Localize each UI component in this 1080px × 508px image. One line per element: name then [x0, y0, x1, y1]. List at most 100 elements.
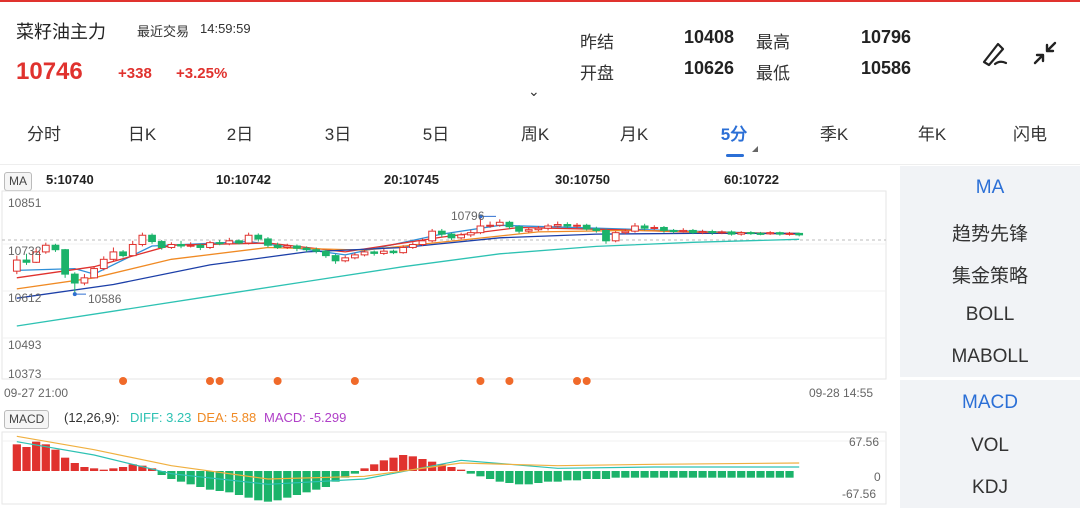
low-value: 10586 — [861, 58, 912, 78]
last-trade-time: 14:59:59 — [200, 21, 251, 36]
tab-5-day[interactable]: 5日 — [387, 120, 485, 145]
candle-body — [167, 244, 176, 248]
candle-body — [80, 277, 89, 284]
macd-bar — [582, 471, 591, 479]
sub-indicator-panel: MACD VOL KDJ — [900, 380, 1080, 508]
side-item-boll[interactable]: BOLL — [900, 304, 1080, 326]
candle-body — [447, 233, 456, 239]
macd-bar — [196, 471, 205, 487]
price-change: +338 — [118, 65, 152, 82]
macd-bar — [80, 467, 89, 471]
kline-chart[interactable] — [0, 165, 890, 508]
macd-tick-top: 67.56 — [849, 435, 880, 449]
tab-year-k[interactable]: 年K — [883, 120, 981, 145]
candle-body — [312, 249, 321, 252]
macd-bar — [360, 468, 369, 471]
macd-indicator-tag[interactable]: MACD — [4, 410, 50, 429]
candle-body — [756, 232, 765, 235]
candle-body — [225, 240, 234, 245]
side-item-strategy[interactable]: 集金策略 — [900, 261, 1080, 288]
macd-bar — [563, 471, 572, 481]
expand-chevron-icon[interactable]: ⌄ — [528, 83, 540, 100]
signal-marker — [573, 377, 582, 385]
candle-body — [51, 244, 60, 251]
macd-bar — [756, 471, 765, 478]
time-start: 09-27 21:00 — [4, 386, 69, 400]
tab-dropdown-icon[interactable] — [752, 146, 758, 152]
y-tick-3: 10612 — [8, 291, 42, 305]
macd-params: (12,26,9): — [64, 410, 120, 425]
candle-body — [70, 273, 79, 284]
macd-bar — [553, 471, 562, 482]
candle-body — [785, 232, 794, 235]
candle-body — [727, 231, 736, 235]
macd-bar — [514, 471, 524, 485]
signal-marker — [206, 377, 214, 385]
tab-2-day[interactable]: 2日 — [191, 120, 289, 145]
low-marker-dot — [72, 292, 77, 297]
side-item-ma[interactable]: MA — [900, 177, 1080, 199]
candle-body — [206, 242, 214, 248]
macd-bar — [476, 471, 485, 477]
side-item-macd[interactable]: MACD — [900, 392, 1080, 414]
side-item-trend[interactable]: 趋势先锋 — [900, 219, 1080, 246]
macd-bar — [51, 449, 60, 471]
low-label: 最低 — [756, 64, 790, 83]
macd-bar — [254, 471, 263, 501]
macd-bar — [41, 444, 50, 471]
candle-body — [196, 244, 205, 248]
candle-body — [22, 259, 31, 263]
macd-bar — [737, 471, 746, 478]
candle-body — [679, 229, 688, 233]
side-item-kdj[interactable]: KDJ — [900, 477, 1080, 499]
macd-diff: DIFF: 3.23 — [130, 410, 192, 425]
tab-5-min[interactable]: 5分 — [685, 120, 783, 145]
candle-body — [621, 230, 630, 234]
macd-dea: DEA: 5.88 — [197, 410, 257, 425]
candle-body — [708, 231, 717, 234]
macd-bar — [205, 471, 215, 490]
macd-bar — [70, 463, 79, 471]
candle-body — [766, 232, 775, 235]
side-item-vol[interactable]: VOL — [900, 435, 1080, 457]
candle-body — [640, 225, 649, 229]
macd-bar — [611, 471, 620, 478]
macd-bar — [321, 471, 331, 487]
candle-body — [254, 234, 263, 240]
candle-body — [322, 250, 330, 257]
high-label: 最高 — [756, 33, 790, 52]
candle-body — [360, 251, 369, 256]
candle-body — [602, 229, 610, 242]
tab-3-day[interactable]: 3日 — [289, 120, 387, 145]
signal-marker — [582, 377, 591, 385]
candle-body — [428, 230, 437, 242]
high-value: 10796 — [861, 27, 912, 47]
candle-body — [563, 224, 572, 227]
candle-body — [293, 245, 301, 249]
side-item-maboll[interactable]: MABOLL — [900, 346, 1080, 368]
tab-quarter-k[interactable]: 季K — [785, 120, 883, 145]
tab-intraday[interactable]: 分时 — [0, 120, 93, 145]
macd-diff-line — [16, 441, 800, 485]
active-tab-underline — [726, 154, 744, 157]
macd-bar — [727, 471, 736, 478]
macd-bar — [466, 471, 475, 474]
candle-body — [486, 224, 494, 227]
collapse-icon[interactable] — [1028, 36, 1062, 70]
tab-flash[interactable]: 闪电 — [981, 120, 1079, 145]
candle-body — [61, 249, 70, 275]
macd-bar — [766, 471, 775, 478]
candle-body — [138, 234, 147, 246]
tab-week-k[interactable]: 周K — [486, 120, 584, 145]
tab-day-k[interactable]: 日K — [93, 120, 191, 145]
macd-bar — [572, 471, 582, 481]
candle-body — [244, 234, 253, 244]
tab-month-k[interactable]: 月K — [585, 120, 683, 145]
macd-bar — [215, 471, 224, 491]
candle-body — [119, 251, 127, 257]
draw-tool-icon[interactable] — [976, 36, 1010, 70]
candle-body — [215, 242, 224, 245]
candle-body — [515, 226, 523, 232]
macd-bar — [543, 471, 553, 482]
candle-body — [457, 234, 466, 239]
